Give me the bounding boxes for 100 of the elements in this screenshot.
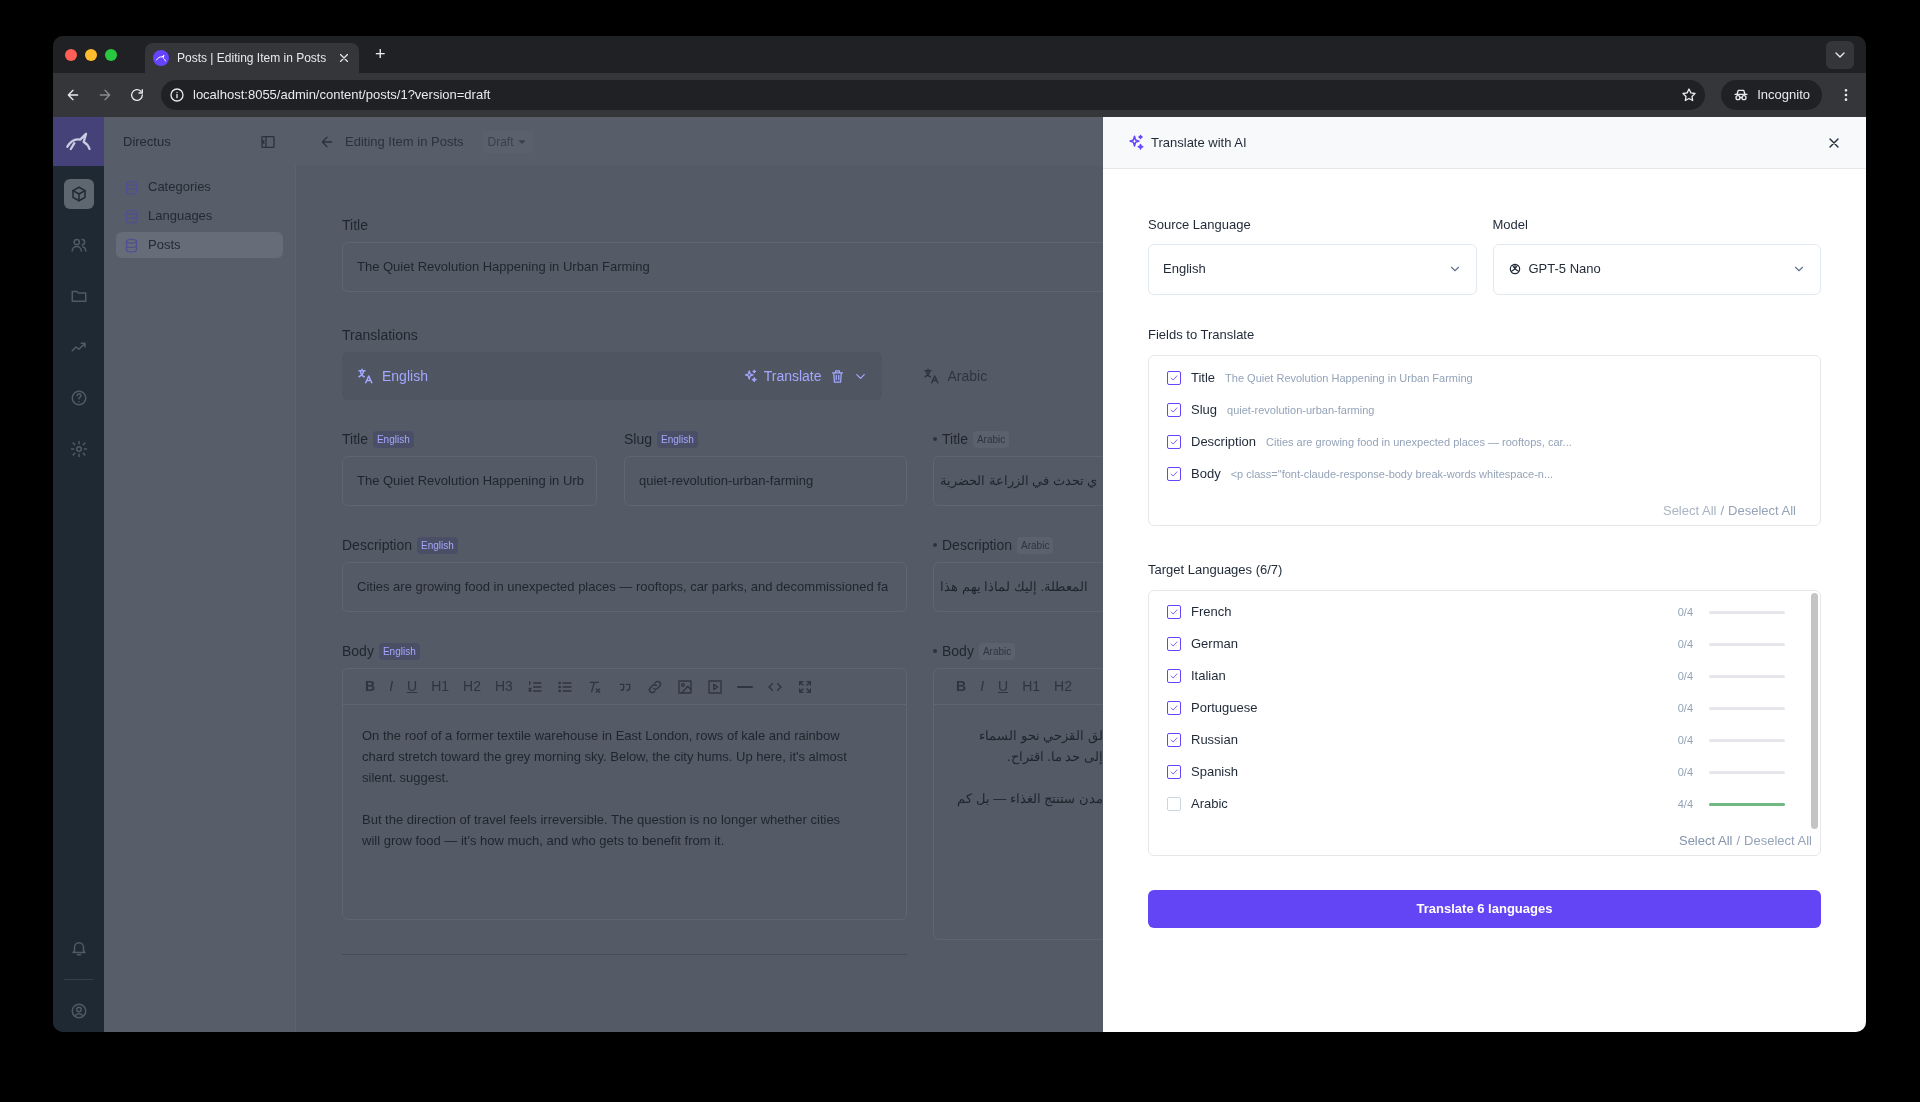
language-option[interactable]: Spanish 0/4 [1167, 761, 1785, 783]
language-badge: English [378, 642, 420, 660]
field-label: Model [1492, 216, 1529, 234]
nav-rail-button[interactable] [63, 179, 94, 209]
close-window-button[interactable] [65, 48, 77, 61]
delete-button[interactable] [829, 368, 845, 384]
zoom-window-button[interactable] [105, 48, 117, 61]
rich-text-editor[interactable] [342, 668, 907, 920]
user-icon [69, 1002, 88, 1020]
translation-language-bar[interactable]: English Translate [342, 352, 882, 400]
language-option[interactable]: French 0/4 [1167, 601, 1785, 623]
sidebar-item[interactable]: Posts [116, 232, 283, 258]
check-icon [1169, 767, 1179, 777]
address-bar[interactable]: localhost:8055/admin/content/posts/1?version=draft [161, 80, 1706, 110]
video-icon [706, 678, 723, 695]
toolbar-button[interactable] [526, 678, 543, 695]
field-preview: Cities are growing food in unexpected places — rooftops, car... [1266, 434, 1572, 450]
drawer-title: Translate with AI [1151, 133, 1247, 152]
language-badge: English [417, 536, 458, 554]
language-option[interactable]: Portuguese 0/4 [1167, 697, 1785, 719]
checkbox[interactable] [1167, 669, 1181, 683]
toolbar-button[interactable] [796, 678, 813, 695]
language-option[interactable]: Russian 0/4 [1167, 729, 1785, 751]
database-icon [124, 179, 139, 195]
notifications-button[interactable] [69, 939, 88, 957]
separator: / [1720, 502, 1725, 520]
new-tab-button[interactable]: + [367, 41, 394, 68]
settings-icon [69, 440, 88, 458]
field-label: Description [942, 535, 1013, 555]
field-label: Body [342, 641, 374, 661]
collapse-sidebar-button[interactable] [260, 133, 276, 150]
translate-icon [921, 367, 940, 385]
progress-count: 0/4 [1677, 636, 1693, 652]
language-option[interactable]: Italian 0/4 [1167, 665, 1785, 687]
field-option[interactable]: Slug quiet-revolution-urban-farming [1167, 399, 1802, 421]
field-label: Title [342, 215, 368, 235]
back-button[interactable] [65, 87, 81, 103]
checkbox[interactable] [1167, 637, 1181, 651]
fullscreen-icon [796, 678, 813, 695]
deselect-all-link[interactable]: Deselect All [1728, 501, 1796, 521]
field-option[interactable]: Description Cities are growing food in unexpected places — rooftops, car... [1167, 431, 1802, 453]
field-preview: The Quiet Revolution Happening in Urban Farming [1225, 370, 1473, 386]
account-button[interactable] [69, 1002, 88, 1020]
tab-search-button[interactable] [1826, 40, 1854, 69]
checkbox[interactable] [1167, 733, 1181, 747]
minimize-window-button[interactable] [85, 48, 97, 61]
url-text: localhost:8055/admin/content/posts/1?version=draft [193, 86, 491, 105]
app-logo[interactable] [53, 117, 104, 166]
language-option[interactable]: Arabic 4/4 [1167, 793, 1785, 815]
text-input[interactable]: quiet-revolution-urban-farming [624, 456, 907, 506]
browser-tab[interactable]: Posts | Editing Item in Posts [145, 43, 359, 73]
image-icon [676, 678, 693, 695]
panel-icon [260, 133, 276, 150]
language-option[interactable]: German 0/4 [1167, 633, 1785, 655]
select-dropdown[interactable]: English [1148, 243, 1477, 295]
check-icon [1169, 639, 1179, 649]
progress-count: 0/4 [1677, 764, 1693, 780]
select-all-link[interactable]: Select All [1678, 831, 1733, 851]
forward-icon [97, 87, 113, 103]
field-label: Description [342, 535, 413, 555]
body-paragraph: مدن ستنتج الغذاء — بل كم [955, 790, 1103, 809]
sparkle-icon [742, 368, 758, 384]
progress-count: 0/4 [1677, 732, 1693, 748]
field-option[interactable]: Title The Quiet Revolution Happening in Urban Farming [1167, 367, 1802, 389]
incognito-badge[interactable]: Incognito [1721, 80, 1822, 110]
check-icon [1169, 671, 1179, 681]
toolbar-button[interactable] [676, 678, 693, 695]
checkbox[interactable] [1167, 605, 1181, 619]
toolbar-button[interactable] [706, 678, 723, 695]
checkbox[interactable] [1167, 701, 1181, 715]
scrollbar[interactable] [1811, 593, 1818, 829]
forward-button[interactable] [97, 87, 113, 103]
toolbar-button[interactable] [736, 685, 753, 688]
field-option[interactable]: Body <p class="font-claude-response-body break-words whitespace-n... [1167, 463, 1802, 485]
select-dropdown[interactable]: GPT-5 Nano [1492, 243, 1821, 295]
text-input[interactable]: The Quiet Revolution Happening in Urban Farming [342, 242, 1103, 292]
deselect-all-link[interactable]: Deselect All [1744, 831, 1812, 851]
checkbox[interactable] [1167, 371, 1181, 385]
field-label: Source Language [1148, 216, 1252, 234]
checkbox[interactable] [1167, 403, 1181, 417]
field-label: Body [942, 641, 974, 661]
toolbar-button[interactable] [646, 678, 663, 695]
check-icon [1169, 469, 1179, 479]
text-input[interactable]: The Quiet Revolution Happening in Urb [342, 456, 597, 506]
checkbox[interactable] [1167, 765, 1181, 779]
field-preview: quiet-revolution-urban-farming [1227, 402, 1375, 418]
reload-button[interactable] [129, 87, 145, 103]
translate-button[interactable]: Translate [742, 365, 822, 387]
progress-count: 4/4 [1677, 796, 1693, 812]
check-icon [1169, 607, 1179, 617]
ordered-list-icon [526, 678, 543, 695]
separator: / [1736, 832, 1741, 850]
checkbox[interactable] [1167, 467, 1181, 481]
check-icon [1169, 735, 1179, 745]
tab-title: Posts | Editing Item in Posts [177, 50, 327, 67]
horizontal-rule-icon [736, 685, 753, 688]
translate-submit-button[interactable]: Translate 6 languages [1148, 889, 1821, 928]
close-tab-button[interactable] [337, 51, 351, 65]
trash-icon [829, 368, 845, 384]
checkbox[interactable] [1167, 435, 1181, 449]
